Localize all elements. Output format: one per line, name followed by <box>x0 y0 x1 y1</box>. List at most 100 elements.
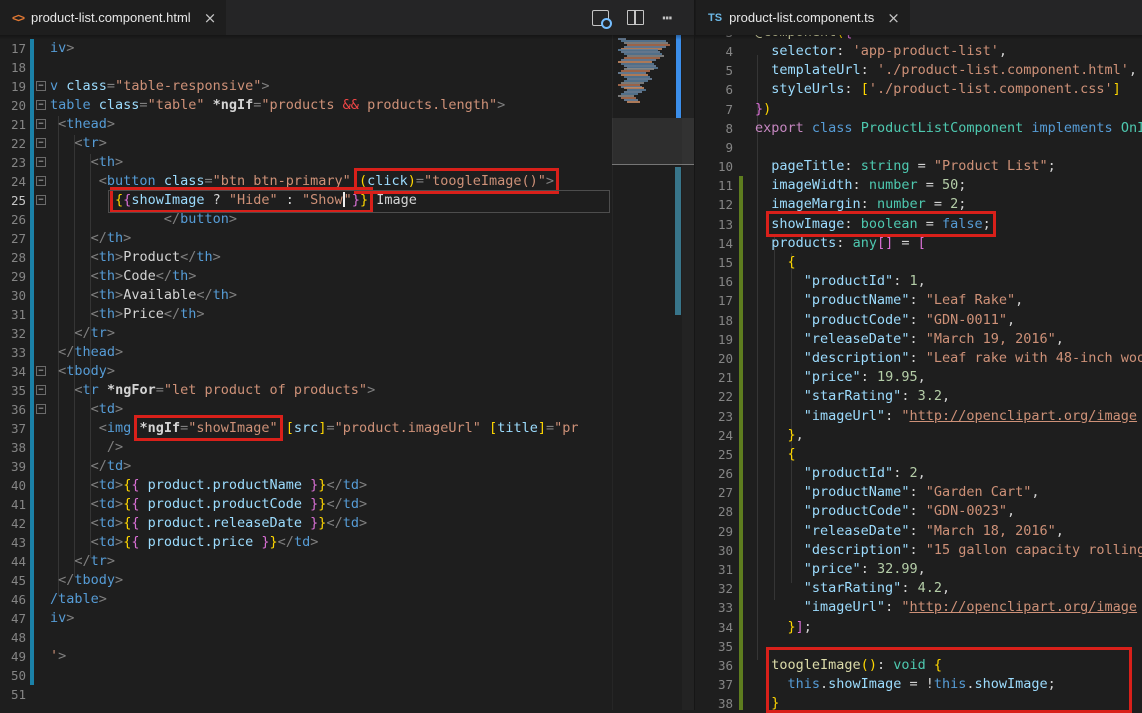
fold-collapse-icon[interactable]: − <box>36 404 46 414</box>
code-line[interactable]: 6 styleUrls: ['./product-list.component.… <box>695 80 1142 99</box>
fold-collapse-icon[interactable]: − <box>36 385 46 395</box>
code-line[interactable]: 23 "imageUrl": "http://openclipart.org/i… <box>695 407 1142 426</box>
code-line[interactable]: 40 <td>{{ product.productName }}</td> <box>0 476 612 495</box>
code-line[interactable]: 32 </tr> <box>0 324 612 343</box>
code-line[interactable]: 30 <th>Available</th> <box>0 286 612 305</box>
code-line[interactable]: 33 "imageUrl": "http://openclipart.org/i… <box>695 598 1142 617</box>
code-line[interactable]: 17 "productName": "Leaf Rake", <box>695 291 1142 310</box>
code-line[interactable]: 49'> <box>0 647 612 666</box>
code-line[interactable]: 10 pageTitle: string = "Product List"; <box>695 157 1142 176</box>
line-number: 13 <box>695 215 733 234</box>
split-editor-icon[interactable] <box>627 10 644 25</box>
fold-collapse-icon[interactable]: − <box>36 138 46 148</box>
code-line[interactable]: 29 "releaseDate": "March 18, 2016", <box>695 522 1142 541</box>
code-line[interactable]: 18 "productCode": "GDN-0011", <box>695 311 1142 330</box>
git-gutter-modified-marker <box>30 362 34 381</box>
code-line[interactable]: 51 <box>0 685 612 704</box>
code-line[interactable]: 7}) <box>695 100 1142 119</box>
code-line[interactable]: 37 <img *ngIf="showImage" [src]="product… <box>0 419 612 438</box>
code-line[interactable]: 34− <tbody> <box>0 362 612 381</box>
code-line[interactable]: 21− <thead> <box>0 115 612 134</box>
code-line[interactable]: 47iv> <box>0 609 612 628</box>
code-line[interactable]: 23− <th> <box>0 153 612 172</box>
tab-product-list-component-html[interactable]: <> product-list.component.html × <box>0 0 226 35</box>
code-line[interactable]: 19−v class="table-responsive"> <box>0 77 612 96</box>
line-number: 36 <box>0 400 26 419</box>
editor-pane-ts[interactable]: 3@Component({4 selector: 'app-product-li… <box>695 0 1142 710</box>
code-line[interactable]: 24− <button class="btn btn-primary" (cli… <box>0 172 612 191</box>
code-line[interactable]: 44 </tr> <box>0 552 612 571</box>
code-line[interactable]: 39 </td> <box>0 457 612 476</box>
close-icon[interactable]: × <box>204 9 217 27</box>
code-line[interactable]: 22− <tr> <box>0 134 612 153</box>
code-line[interactable]: 31 "price": 32.99, <box>695 560 1142 579</box>
git-gutter-modified-marker <box>30 58 34 77</box>
git-gutter-modified-marker <box>30 134 34 153</box>
code-line[interactable]: 12 imageMargin: number = 2; <box>695 195 1142 214</box>
code-line[interactable]: 45 </tbody> <box>0 571 612 590</box>
git-gutter-added-marker <box>739 407 743 426</box>
code-line[interactable]: 24 }, <box>695 426 1142 445</box>
line-number: 21 <box>0 115 26 134</box>
code-line[interactable]: 38 /> <box>0 438 612 457</box>
code-line[interactable]: 31 <th>Price</th> <box>0 305 612 324</box>
code-line[interactable]: 41 <td>{{ product.productCode }}</td> <box>0 495 612 514</box>
code-line[interactable]: 33 </thead> <box>0 343 612 362</box>
line-number: 34 <box>695 618 733 637</box>
close-icon[interactable]: × <box>887 9 900 27</box>
code-line[interactable]: 46/table> <box>0 590 612 609</box>
open-preview-icon[interactable] <box>592 10 609 26</box>
code-line[interactable]: 17iv> <box>0 39 612 58</box>
code-line[interactable]: 13 showImage: boolean = false; <box>695 215 1142 234</box>
minimap-slider[interactable] <box>612 118 695 165</box>
tabbar-right-group: TS product-list.component.ts × <box>695 0 1142 35</box>
code-line[interactable]: 14 products: any[] = [ <box>695 234 1142 253</box>
code-line[interactable]: 5 templateUrl: './product-list.component… <box>695 61 1142 80</box>
code-line[interactable]: 4 selector: 'app-product-list', <box>695 42 1142 61</box>
git-gutter-modified-marker <box>30 457 34 476</box>
code-line[interactable]: 20 "description": "Leaf rake with 48-inc… <box>695 349 1142 368</box>
fold-collapse-icon[interactable]: − <box>36 195 46 205</box>
fold-collapse-icon[interactable]: − <box>36 366 46 376</box>
line-number: 17 <box>0 39 26 58</box>
code-line[interactable]: 32 "starRating": 4.2, <box>695 579 1142 598</box>
code-line[interactable]: 9 <box>695 138 1142 157</box>
fold-collapse-icon[interactable]: − <box>36 119 46 129</box>
code-line[interactable]: 28 "productCode": "GDN-0023", <box>695 502 1142 521</box>
code-line[interactable]: 18 <box>0 58 612 77</box>
git-gutter-modified-marker <box>30 400 34 419</box>
code-line[interactable]: 20−table class="table" *ngIf="products &… <box>0 96 612 115</box>
code-line[interactable]: 30 "description": "15 gallon capacity ro… <box>695 541 1142 560</box>
git-gutter-added-marker <box>739 291 743 310</box>
code-line[interactable]: 25 { <box>695 445 1142 464</box>
code-line[interactable]: 16 "productId": 1, <box>695 272 1142 291</box>
code-line[interactable]: 22 "starRating": 3.2, <box>695 387 1142 406</box>
code-line[interactable]: 8export class ProductListComponent imple… <box>695 119 1142 138</box>
code-line[interactable]: 36− <td> <box>0 400 612 419</box>
code-line[interactable]: 11 imageWidth: number = 50; <box>695 176 1142 195</box>
code-line[interactable]: 21 "price": 19.95, <box>695 368 1142 387</box>
fold-collapse-icon[interactable]: − <box>36 157 46 167</box>
fold-collapse-icon[interactable]: − <box>36 100 46 110</box>
code-line[interactable]: 43 <td>{{ product.price }}</td> <box>0 533 612 552</box>
tab-product-list-component-ts[interactable]: TS product-list.component.ts × <box>696 0 910 35</box>
code-line[interactable]: 26 "productId": 2, <box>695 464 1142 483</box>
code-line[interactable]: 27 "productName": "Garden Cart", <box>695 483 1142 502</box>
more-actions-icon[interactable]: ⋯ <box>662 13 673 23</box>
code-line[interactable]: 42 <td>{{ product.releaseDate }}</td> <box>0 514 612 533</box>
code-line[interactable]: 28 <th>Product</th> <box>0 248 612 267</box>
editor-pane-html[interactable]: 17iv>1819−v class="table-responsive">20−… <box>0 0 612 710</box>
code-line[interactable]: 29 <th>Code</th> <box>0 267 612 286</box>
code-line[interactable]: 15 { <box>695 253 1142 272</box>
code-line[interactable]: 48 <box>0 628 612 647</box>
code-line[interactable]: 50 <box>0 666 612 685</box>
code-line[interactable]: 27 </th> <box>0 229 612 248</box>
code-line[interactable]: 34 }]; <box>695 618 1142 637</box>
code-line[interactable]: 35− <tr *ngFor="let product of products"… <box>0 381 612 400</box>
fold-collapse-icon[interactable]: − <box>36 176 46 186</box>
line-number: 4 <box>695 42 733 61</box>
code-line[interactable]: 19 "releaseDate": "March 19, 2016", <box>695 330 1142 349</box>
minimap-line <box>627 101 640 103</box>
fold-collapse-icon[interactable]: − <box>36 81 46 91</box>
git-gutter-modified-marker <box>30 191 34 210</box>
